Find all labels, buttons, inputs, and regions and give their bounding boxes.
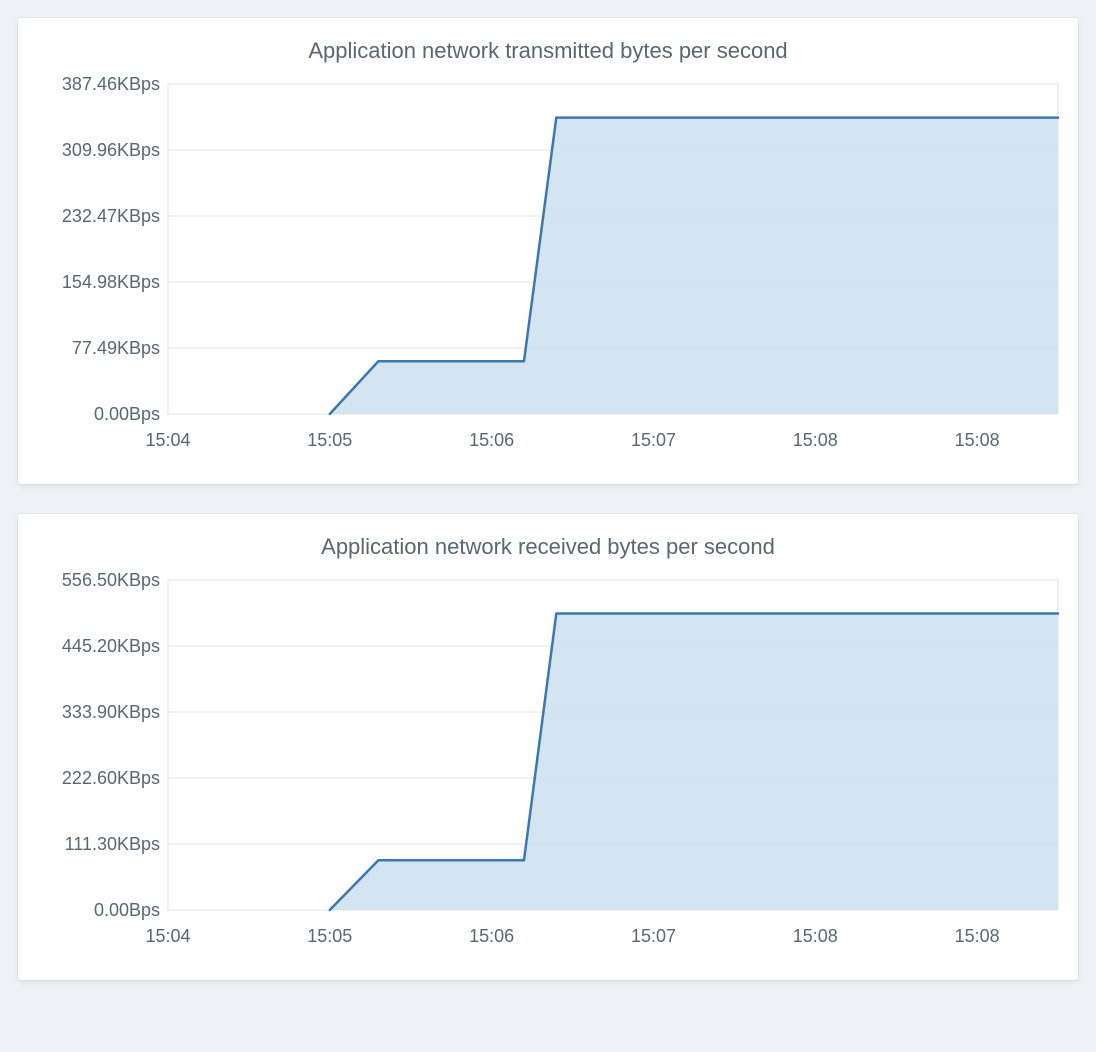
x-tick-label: 15:07: [631, 430, 676, 450]
y-tick-label: 0.00Bps: [94, 900, 160, 920]
y-tick-label: 77.49KBps: [72, 338, 160, 358]
x-tick-label: 15:04: [145, 430, 190, 450]
chart-title: Application network transmitted bytes pe…: [28, 38, 1068, 64]
y-tick-label: 111.30KBps: [65, 834, 160, 854]
x-tick-label: 15:06: [469, 430, 514, 450]
series-area: [330, 118, 1058, 414]
x-tick-label: 15:08: [955, 926, 1000, 946]
chart-panel-received: Application network received bytes per s…: [18, 514, 1078, 980]
y-axis: 387.46KBps 309.96KBps 232.47KBps 154.98K…: [62, 74, 160, 424]
chart-svg: 387.46KBps 309.96KBps 232.47KBps 154.98K…: [28, 74, 1068, 474]
y-tick-label: 387.46KBps: [62, 74, 160, 94]
y-tick-label: 333.90KBps: [62, 702, 160, 722]
y-tick-label: 222.60KBps: [62, 768, 160, 788]
x-tick-label: 15:08: [793, 430, 838, 450]
chart-svg: 556.50KBps 445.20KBps 333.90KBps 222.60K…: [28, 570, 1068, 970]
x-tick-label: 15:08: [955, 430, 1000, 450]
x-tick-label: 15:05: [307, 926, 352, 946]
y-tick-label: 445.20KBps: [62, 636, 160, 656]
chart-area[interactable]: 387.46KBps 309.96KBps 232.47KBps 154.98K…: [28, 74, 1068, 474]
y-tick-label: 309.96KBps: [62, 140, 160, 160]
chart-title: Application network received bytes per s…: [28, 534, 1068, 560]
y-tick-label: 556.50KBps: [62, 570, 160, 590]
y-axis: 556.50KBps 445.20KBps 333.90KBps 222.60K…: [62, 570, 160, 920]
y-tick-label: 0.00Bps: [94, 404, 160, 424]
x-tick-label: 15:08: [793, 926, 838, 946]
x-tick-label: 15:04: [145, 926, 190, 946]
x-tick-label: 15:07: [631, 926, 676, 946]
x-axis: 15:04 15:05 15:06 15:07 15:08 15:08: [145, 926, 999, 946]
y-tick-label: 232.47KBps: [62, 206, 160, 226]
chart-panel-transmitted: Application network transmitted bytes pe…: [18, 18, 1078, 484]
x-axis: 15:04 15:05 15:06 15:07 15:08 15:08: [145, 430, 999, 450]
x-tick-label: 15:05: [307, 430, 352, 450]
y-tick-label: 154.98KBps: [62, 272, 160, 292]
series-area: [330, 614, 1058, 911]
dashboard-page: Application network transmitted bytes pe…: [0, 0, 1096, 1028]
x-tick-label: 15:06: [469, 926, 514, 946]
chart-area[interactable]: 556.50KBps 445.20KBps 333.90KBps 222.60K…: [28, 570, 1068, 970]
